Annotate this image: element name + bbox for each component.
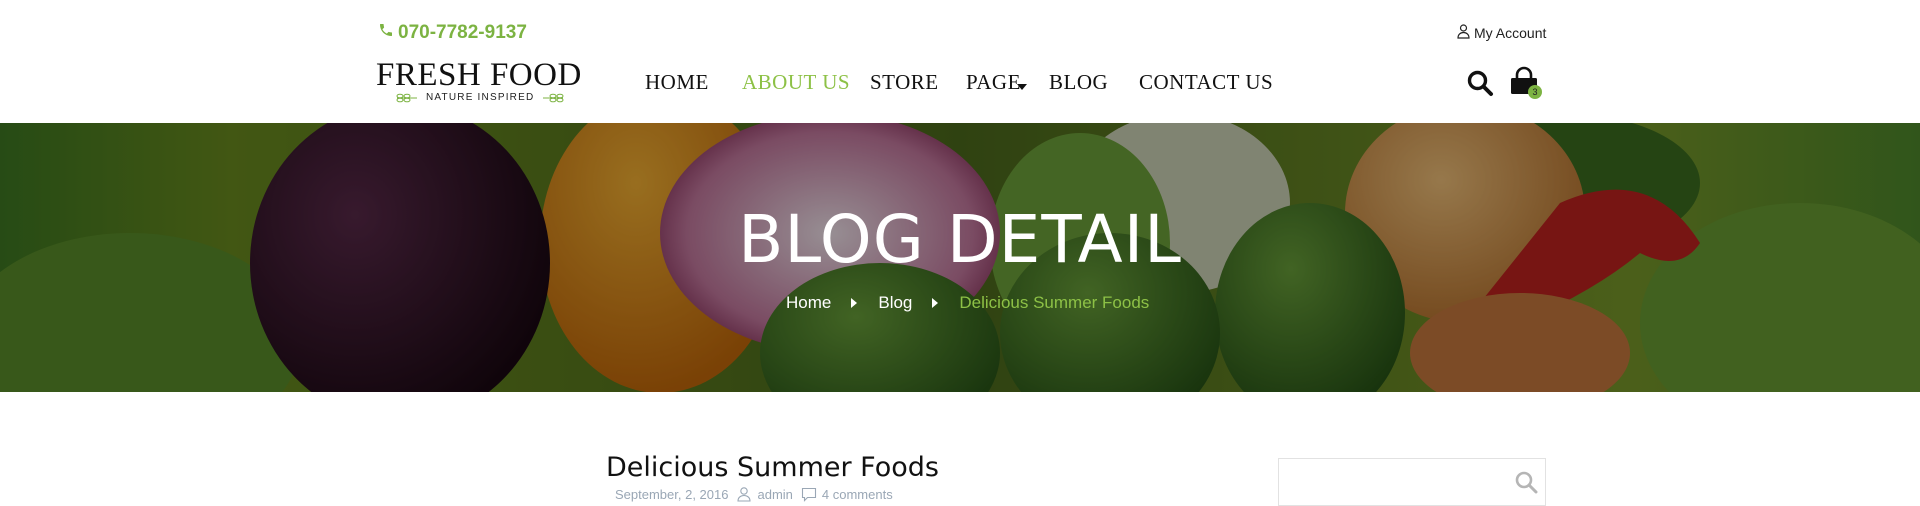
- page-banner: BLOG DETAIL Home Blog Delicious Summer F…: [0, 123, 1920, 392]
- nav-item-page[interactable]: PAGE: [966, 70, 1021, 95]
- nav-item-blog[interactable]: BLOG: [1049, 70, 1108, 95]
- breadcrumb-current: Delicious Summer Foods: [959, 293, 1150, 312]
- user-icon: [1457, 24, 1470, 42]
- nav-item-contact-us[interactable]: CONTACT US: [1139, 70, 1273, 95]
- caret-right-icon: [932, 298, 939, 308]
- search-icon[interactable]: [1514, 470, 1538, 494]
- site-header: 070-7782-9137 My Account FRESH FOOD NATU…: [0, 0, 1920, 123]
- logo-title: FRESH FOOD: [376, 57, 582, 93]
- nav-item-home[interactable]: HOME: [645, 70, 709, 95]
- nav-item-about-us[interactable]: ABOUT US: [742, 70, 850, 95]
- leaf-ornament-icon: [396, 93, 417, 102]
- phone-text: 070-7782-9137: [398, 22, 527, 43]
- sidebar-search-box: [1278, 458, 1546, 506]
- breadcrumb: Home Blog Delicious Summer Foods: [786, 293, 1149, 313]
- breadcrumb-home[interactable]: Home: [786, 293, 831, 313]
- post-date: September, 2, 2016: [615, 486, 729, 502]
- cart-count-badge: 3: [1528, 85, 1542, 99]
- search-input[interactable]: [1279, 459, 1499, 505]
- post-comments-count[interactable]: 4 comments: [822, 487, 893, 502]
- leaf-ornament-icon: [543, 93, 564, 102]
- comment-icon: [801, 487, 816, 502]
- author-icon: [737, 487, 752, 502]
- post-title: Delicious Summer Foods: [606, 452, 939, 483]
- phone-number[interactable]: 070-7782-9137: [378, 22, 527, 44]
- post-meta: September, 2, 2016 admin 4 comments: [615, 486, 893, 502]
- nav-item-store[interactable]: STORE: [870, 70, 939, 95]
- caret-right-icon: [851, 298, 858, 308]
- my-account-label: My Account: [1474, 25, 1547, 41]
- logo-tagline-row: NATURE INSPIRED: [396, 92, 564, 103]
- search-icon[interactable]: [1466, 69, 1494, 97]
- logo-tagline: NATURE INSPIRED: [426, 92, 535, 103]
- my-account-link[interactable]: My Account: [1457, 24, 1546, 42]
- page-title: BLOG DETAIL: [738, 201, 1182, 278]
- chevron-down-icon[interactable]: [1017, 84, 1027, 90]
- phone-icon: [378, 22, 394, 44]
- site-logo[interactable]: FRESH FOOD NATURE INSPIRED: [376, 57, 582, 108]
- post-author[interactable]: admin: [757, 487, 792, 502]
- breadcrumb-blog[interactable]: Blog: [878, 293, 912, 313]
